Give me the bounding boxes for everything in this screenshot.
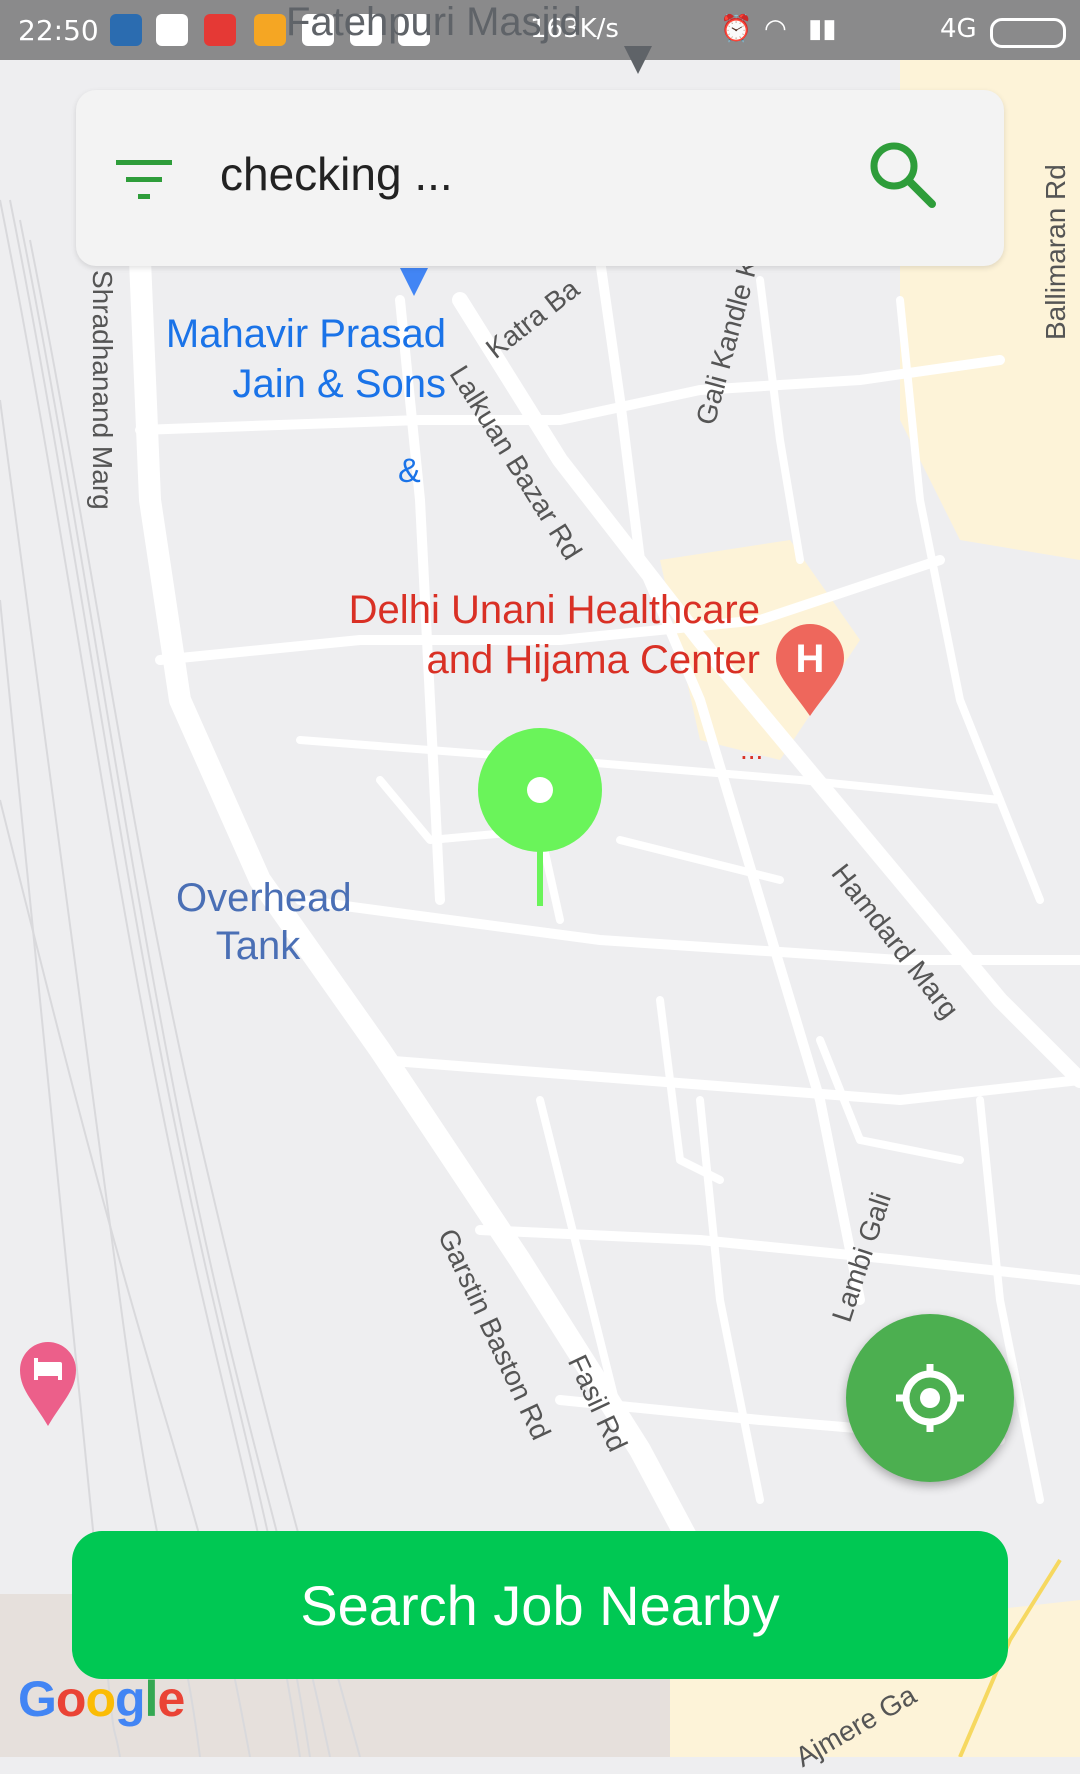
street-ballimaran: Ballimaran Rd bbox=[1040, 164, 1071, 340]
youtube-notification-icon bbox=[204, 14, 236, 46]
place-marker-icon[interactable] bbox=[622, 40, 654, 80]
status-time: 22:50 bbox=[18, 14, 99, 47]
wifi-icon: ◠ bbox=[764, 14, 787, 44]
google-attribution-logo: Google bbox=[18, 1671, 185, 1727]
map-label-dots: ... bbox=[740, 734, 764, 765]
app-notification-icon bbox=[156, 14, 188, 46]
svg-text:H: H bbox=[796, 637, 825, 681]
my-location-icon bbox=[896, 1364, 964, 1432]
map-label-overhead-line2[interactable]: Tank bbox=[176, 924, 340, 969]
network-type: 4G bbox=[940, 14, 977, 44]
search-job-nearby-button[interactable]: Search Job Nearby bbox=[72, 1531, 1008, 1679]
my-location-button[interactable] bbox=[846, 1314, 1014, 1482]
map-label-mahavir-line1[interactable]: Mahavir Prasad bbox=[150, 312, 446, 357]
signal-icon: ▮▮ bbox=[808, 14, 837, 44]
map-label-overhead-line1[interactable]: Overhead bbox=[176, 876, 352, 921]
settings-notification-icon bbox=[110, 14, 142, 46]
alarm-icon: ⏰ bbox=[720, 14, 753, 44]
map-label-ampersand: & bbox=[398, 452, 421, 490]
street-shradhanand: Shradhanand Marg bbox=[87, 270, 118, 510]
message-notification-icon bbox=[254, 14, 286, 46]
map-label-mahavir-line2[interactable]: Jain & Sons bbox=[150, 362, 446, 407]
map-label-unani-line2[interactable]: and Hijama Center bbox=[330, 638, 761, 683]
location-pin-icon[interactable] bbox=[476, 726, 604, 906]
filter-icon[interactable] bbox=[116, 158, 176, 202]
search-card[interactable] bbox=[76, 90, 1004, 266]
place-marker-icon[interactable] bbox=[398, 262, 430, 302]
battery-icon bbox=[990, 18, 1066, 48]
map-label-unani-line1[interactable]: Delhi Unani Healthcare bbox=[330, 588, 760, 633]
search-icon[interactable] bbox=[866, 138, 938, 210]
map-label-fatehpuri: Fatehpuri Masjid bbox=[286, 0, 582, 44]
search-query[interactable]: checking ... bbox=[220, 147, 453, 201]
hotel-marker-icon[interactable] bbox=[16, 1338, 80, 1428]
hospital-marker-icon[interactable]: H bbox=[770, 620, 850, 720]
